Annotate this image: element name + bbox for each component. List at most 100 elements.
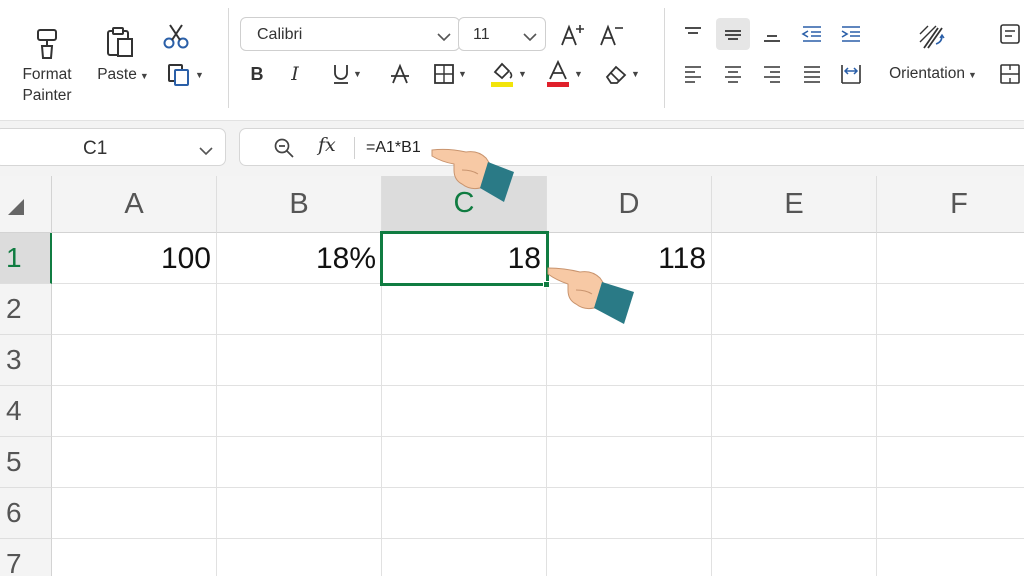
underline-icon xyxy=(332,63,350,85)
chevron-down-icon[interactable] xyxy=(523,29,537,47)
cell-a3[interactable] xyxy=(52,335,217,386)
cell-c5[interactable] xyxy=(382,437,547,488)
align-left-button[interactable] xyxy=(678,58,708,90)
bold-icon: B xyxy=(250,63,264,84)
cell-b4[interactable] xyxy=(217,386,382,437)
bold-button[interactable]: B xyxy=(244,60,270,88)
row-header-2[interactable]: 2 xyxy=(0,284,52,335)
cell-a5[interactable] xyxy=(52,437,217,488)
cell-d3[interactable] xyxy=(547,335,712,386)
cell-f6[interactable] xyxy=(877,488,1024,539)
cell-f4[interactable] xyxy=(877,386,1024,437)
cell-c6[interactable] xyxy=(382,488,547,539)
cell-e2[interactable] xyxy=(712,284,877,335)
chevron-down-icon: ▼ xyxy=(574,69,583,79)
cell-f2[interactable] xyxy=(877,284,1024,335)
underline-button[interactable]: ▼ xyxy=(326,60,368,88)
cell-e1[interactable] xyxy=(712,233,877,284)
cell-f1[interactable] xyxy=(877,233,1024,284)
cell-b2[interactable] xyxy=(217,284,382,335)
row-header-1[interactable]: 1 xyxy=(0,233,52,284)
column-header-d[interactable]: D xyxy=(547,176,712,233)
clear-button[interactable]: ▼ xyxy=(600,60,644,88)
name-box[interactable]: C1 xyxy=(0,128,226,166)
chevron-down-icon[interactable] xyxy=(437,29,451,47)
cell-a7[interactable] xyxy=(52,539,217,576)
format-painter-button[interactable]: Format Painter xyxy=(10,22,84,110)
cell-b1[interactable]: 18% xyxy=(217,233,382,284)
borders-button[interactable]: ▼ xyxy=(428,60,472,88)
font-color-button[interactable]: ▼ xyxy=(542,58,586,90)
chevron-down-icon[interactable] xyxy=(199,143,213,161)
cell-e7[interactable] xyxy=(712,539,877,576)
justify-icon xyxy=(801,64,823,84)
formula-input[interactable]: fx =A1*B1 xyxy=(239,128,1024,166)
increase-indent-button[interactable] xyxy=(836,18,866,50)
wrap-text-button[interactable] xyxy=(996,18,1024,50)
align-center-button[interactable] xyxy=(718,58,748,90)
increase-font-button[interactable] xyxy=(558,20,588,50)
italic-button[interactable]: I xyxy=(282,60,308,88)
insert-function-button[interactable]: fx xyxy=(318,134,336,156)
orientation-button[interactable]: Orientation ▼ xyxy=(880,18,986,92)
cell-e6[interactable] xyxy=(712,488,877,539)
column-header-b[interactable]: B xyxy=(217,176,382,233)
cell-a6[interactable] xyxy=(52,488,217,539)
cell-b7[interactable] xyxy=(217,539,382,576)
cell-c7[interactable] xyxy=(382,539,547,576)
align-top-button[interactable] xyxy=(678,18,708,50)
formula-text[interactable]: =A1*B1 xyxy=(366,139,421,157)
merge-cells-button[interactable] xyxy=(996,58,1024,90)
row-header-7[interactable]: 7 xyxy=(0,539,52,576)
align-right-button[interactable] xyxy=(757,58,787,90)
spreadsheet-grid: A B C D E F 1 2 3 4 5 6 7 100 18% 18 118 xyxy=(0,176,1024,576)
cell-c2[interactable] xyxy=(382,284,547,335)
strikethrough-button[interactable] xyxy=(386,60,414,88)
cell-b5[interactable] xyxy=(217,437,382,488)
cell-e4[interactable] xyxy=(712,386,877,437)
cell-a1[interactable]: 100 xyxy=(52,233,217,284)
scissors-icon xyxy=(162,22,190,50)
cell-d6[interactable] xyxy=(547,488,712,539)
cell-d5[interactable] xyxy=(547,437,712,488)
fill-color-button[interactable]: ▼ xyxy=(486,58,530,90)
cell-d7[interactable] xyxy=(547,539,712,576)
row-header-4[interactable]: 4 xyxy=(0,386,52,437)
justify-button[interactable] xyxy=(797,58,827,90)
cell-a2[interactable] xyxy=(52,284,217,335)
font-color-icon xyxy=(545,60,571,88)
ribbon-separator xyxy=(228,8,229,108)
align-top-icon xyxy=(682,24,704,44)
column-header-f[interactable]: F xyxy=(877,176,1024,233)
column-header-e[interactable]: E xyxy=(712,176,877,233)
row-header-5[interactable]: 5 xyxy=(0,437,52,488)
cell-e3[interactable] xyxy=(712,335,877,386)
cell-b6[interactable] xyxy=(217,488,382,539)
align-bottom-button[interactable] xyxy=(757,18,787,50)
align-middle-button[interactable] xyxy=(716,18,750,50)
cell-c4[interactable] xyxy=(382,386,547,437)
font-size-combo[interactable]: 11 xyxy=(458,17,546,51)
cell-a4[interactable] xyxy=(52,386,217,437)
column-header-a[interactable]: A xyxy=(52,176,217,233)
row-header-3[interactable]: 3 xyxy=(0,335,52,386)
decrease-indent-button[interactable] xyxy=(797,18,827,50)
cell-e5[interactable] xyxy=(712,437,877,488)
font-name-combo[interactable]: Calibri xyxy=(240,17,460,51)
strikethrough-icon xyxy=(389,63,411,85)
cell-f5[interactable] xyxy=(877,437,1024,488)
cell-f7[interactable] xyxy=(877,539,1024,576)
zoom-icon[interactable] xyxy=(273,137,295,164)
copy-button[interactable]: ▼ xyxy=(162,60,208,90)
row-header-6[interactable]: 6 xyxy=(0,488,52,539)
cell-d4[interactable] xyxy=(547,386,712,437)
cut-button[interactable] xyxy=(160,20,192,52)
distributed-icon xyxy=(839,63,863,85)
cell-c3[interactable] xyxy=(382,335,547,386)
paste-button[interactable]: Paste ▼ xyxy=(90,22,152,88)
cell-f3[interactable] xyxy=(877,335,1024,386)
select-all-button[interactable] xyxy=(0,176,52,233)
decrease-font-button[interactable] xyxy=(597,20,627,50)
cell-b3[interactable] xyxy=(217,335,382,386)
distributed-button[interactable] xyxy=(836,58,866,90)
